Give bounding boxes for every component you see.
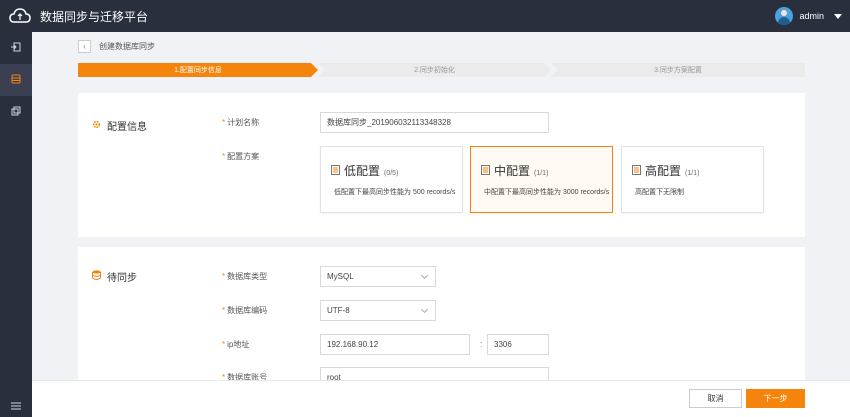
chevron-down-icon xyxy=(420,305,429,314)
config-card: 配置信息 * 计划名称 数据库同步_20190603211334832​8 * 配置… xyxy=(78,93,805,237)
db-encoding-value: UTF-8 xyxy=(327,306,350,315)
db-type-select[interactable]: MySQL xyxy=(320,266,436,287)
plan-card-low[interactable]: 低配置 (0/5) 低配置下最高同步性能为 500 records/s xyxy=(320,146,463,213)
chevron-left-icon: ‹ xyxy=(83,42,86,51)
next-button[interactable]: 下一步 xyxy=(746,389,805,408)
server-icon xyxy=(632,165,641,177)
plan-count: (1/1) xyxy=(685,170,700,177)
user-menu[interactable]: admin xyxy=(775,0,842,32)
server-icon xyxy=(331,165,340,177)
ip-input[interactable]: 192.168.90.12 xyxy=(320,334,470,355)
plan-name-label: * 计划名称 xyxy=(222,118,260,127)
chevron-down-icon[interactable] xyxy=(834,13,842,19)
pending-section-title: 待同步 xyxy=(92,269,137,284)
plan-name: 中配置 xyxy=(494,164,531,178)
db-type-value: MySQL xyxy=(327,272,354,281)
step-1: 1.配置同步信息 xyxy=(174,67,222,74)
plan-count: (1/1) xyxy=(534,170,549,177)
db-type-label: * 数据库类型 xyxy=(222,272,268,281)
database-icon xyxy=(11,74,21,86)
plan-card-high[interactable]: 高配置 (1/1) 高配置下无限制 xyxy=(621,146,764,213)
pending-section-label: 待同步 xyxy=(107,273,137,284)
plan-name-input[interactable]: 数据库同步_20190603211334832​8 xyxy=(320,112,549,133)
config-section-title: 配置信息 xyxy=(92,118,147,133)
back-button[interactable]: ‹ xyxy=(78,40,91,53)
top-bar: 数据同步与迁移平台 admin xyxy=(0,0,850,32)
step-2: 2.同步初始化 xyxy=(414,67,455,74)
cancel-button[interactable]: 取消 xyxy=(689,389,742,408)
plan-name: 低配置 xyxy=(344,164,381,178)
step-3: 3.同步方案配置 xyxy=(654,67,702,74)
login-icon xyxy=(11,42,21,54)
menu-icon xyxy=(11,402,21,412)
gear-icon xyxy=(92,120,101,132)
database-stack-icon xyxy=(92,270,101,283)
app-title: 数据同步与迁移平台 xyxy=(40,9,149,24)
db-encoding-select[interactable]: UTF-8 xyxy=(320,300,436,321)
config-section-label: 配置信息 xyxy=(107,122,147,133)
avatar[interactable] xyxy=(775,7,794,25)
chevron-down-icon xyxy=(420,271,429,280)
breadcrumb: ‹ 创建数据库同步 xyxy=(78,40,155,53)
ip-label: * ip地址 xyxy=(222,340,250,349)
db-encoding-label: * 数据库编码 xyxy=(222,306,268,315)
sidebar-item-login[interactable] xyxy=(0,32,32,64)
plan-desc: 中配置下最高同步性能为 3000 records/s xyxy=(484,189,610,196)
plan-desc: 高配置下无限制 xyxy=(635,189,684,196)
footer-bar: 取消 下一步 xyxy=(32,380,850,417)
plan-name: 高配置 xyxy=(645,164,682,178)
scheme-label: * 配置方案 xyxy=(222,152,260,161)
plan-desc: 低配置下最高同步性能为 500 records/s xyxy=(334,189,456,196)
sidebar-item-copy[interactable] xyxy=(0,96,32,128)
breadcrumb-title: 创建数据库同步 xyxy=(99,42,155,51)
port-input[interactable]: 3306 xyxy=(487,334,549,355)
sidebar-item-database[interactable] xyxy=(0,64,32,96)
step-indicator: 1.配置同步信息 2.同步初始化 3.同步方案配置 xyxy=(78,63,805,77)
copy-icon xyxy=(11,106,21,118)
username[interactable]: admin xyxy=(799,11,824,21)
plan-card-medium[interactable]: 中配置 (1/1) 中配置下最高同步性能为 3000 records/s xyxy=(470,146,613,213)
server-icon xyxy=(481,165,490,177)
cloud-sync-icon xyxy=(8,7,32,25)
plan-count: (0/5) xyxy=(384,170,399,177)
sidebar-collapse-button[interactable] xyxy=(0,397,32,417)
port-separator: : xyxy=(480,339,483,349)
pending-sync-card: 待同步 * 数据库类型 MySQL * 数据库编码 UTF-8 * ip地址 192.… xyxy=(78,247,805,388)
sidebar xyxy=(0,32,32,417)
